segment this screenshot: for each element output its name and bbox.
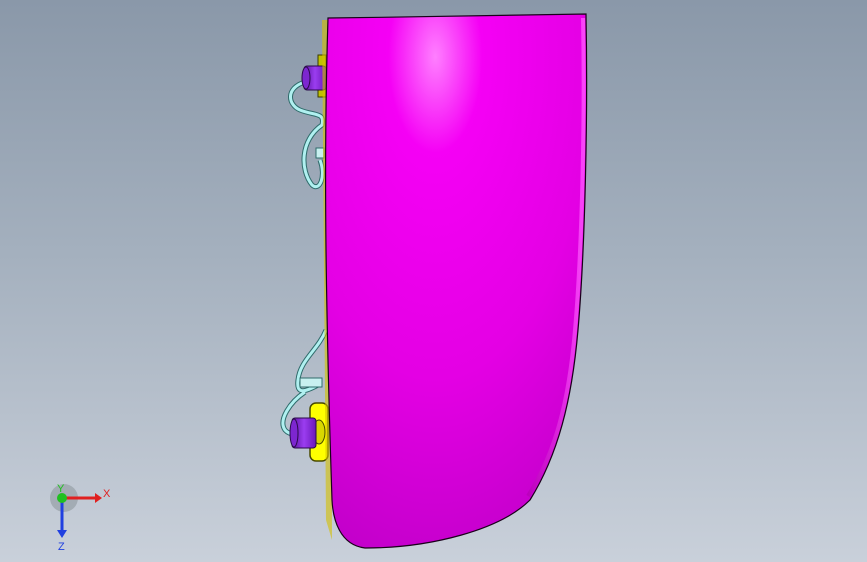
x-axis-arrowhead [95,493,102,503]
graphics-viewport[interactable]: X Y Z [0,0,867,562]
coordinate-triad: X Y Z [50,483,111,552]
bolt-lower[interactable] [289,402,329,462]
y-axis-label: Y [57,483,65,495]
hose-upper[interactable] [288,79,326,190]
panel-surface[interactable] [325,13,588,549]
z-axis-label: Z [58,541,65,552]
x-axis-label: X [103,488,111,500]
z-axis-arrowhead [57,530,67,538]
model-view[interactable] [0,0,867,562]
